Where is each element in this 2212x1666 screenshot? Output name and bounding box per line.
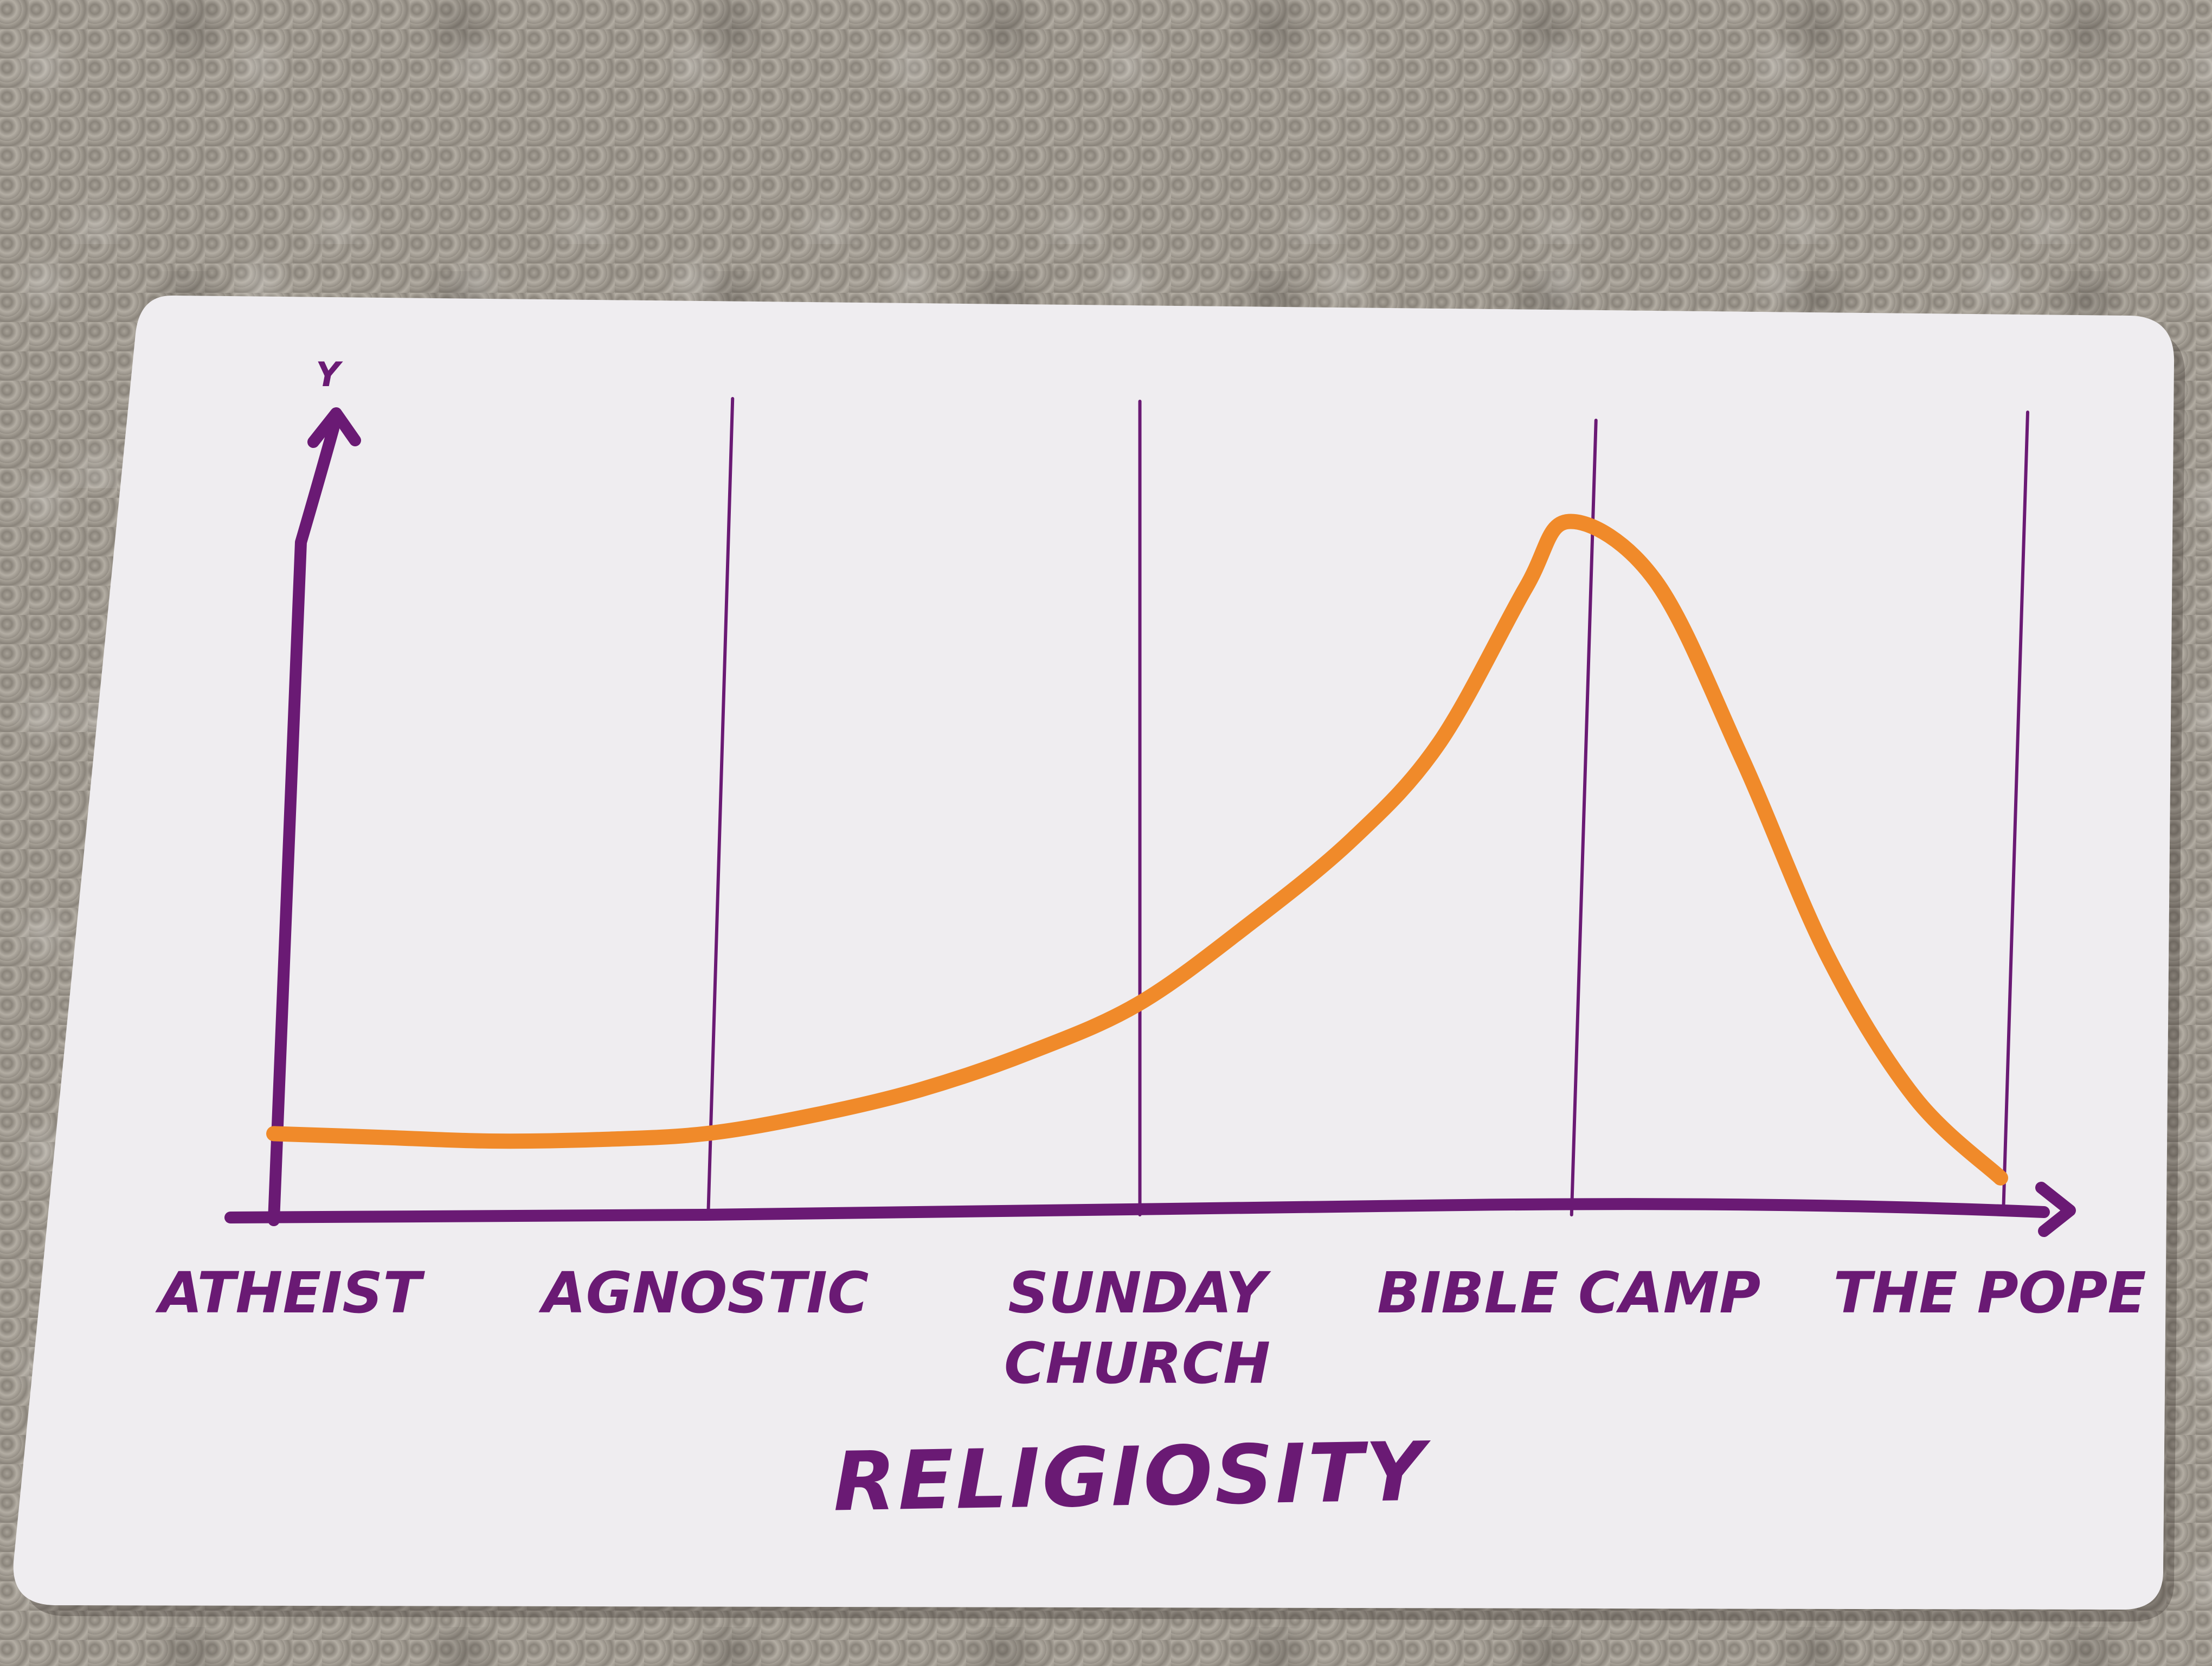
- chart-card: [13, 295, 2175, 1610]
- tick-label-the-pope: THE POPE: [1833, 1260, 2146, 1326]
- photo-scene: Y ATHEIST AGNOSTIC SUNDAY CHURCHBIBLE CAMP T…: [13, 295, 2185, 1622]
- y-axis-label: Y: [316, 355, 344, 394]
- tick-label-bible-camp: BIBLE CAMP: [1377, 1260, 1760, 1326]
- x-axis-title: RELIGIOSITY: [832, 1425, 1432, 1529]
- tick-label-agnostic: AGNOSTIC: [538, 1260, 869, 1326]
- tick-label-atheist: ATHEIST: [155, 1260, 425, 1326]
